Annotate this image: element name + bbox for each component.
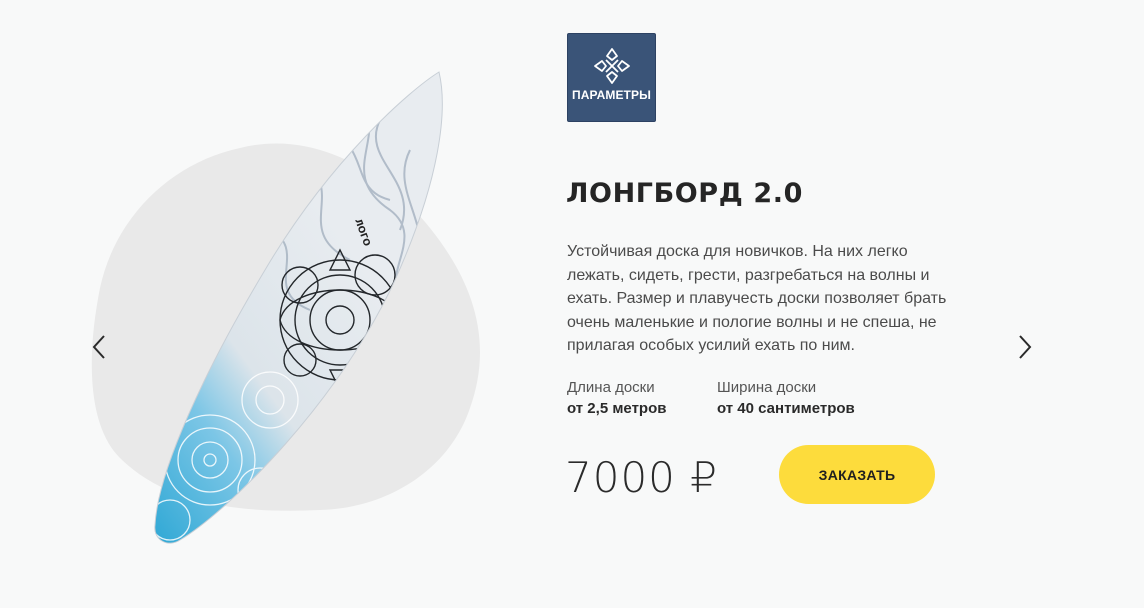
product-description: Устойчивая доска для новичков. На них ле… <box>567 243 947 354</box>
spec-width-label: Ширина доски <box>717 379 817 396</box>
spec-length: Длина доски от 2,5 метров <box>567 378 666 420</box>
spec-width: Ширина доски от 40 сантиметров <box>717 378 855 420</box>
carousel-next-button[interactable] <box>1010 330 1040 364</box>
surfboard-image: ЛОГО <box>154 71 443 544</box>
spec-width-value: от 40 сантиметров <box>717 400 855 417</box>
chevron-left-icon <box>92 335 105 359</box>
product-price: 7000 ₽ <box>565 453 718 502</box>
spec-length-label: Длина доски <box>567 379 655 396</box>
carousel-prev-button[interactable] <box>84 330 114 364</box>
product-title: ЛОНГБОРД 2.0 <box>566 178 803 209</box>
spec-length-value: от 2,5 метров <box>567 400 667 417</box>
parameters-badge[interactable]: ПАРАМЕТРЫ <box>567 33 656 122</box>
chevron-right-icon <box>1019 335 1032 359</box>
order-button[interactable]: ЗАКАЗАТЬ <box>779 445 935 504</box>
parameters-label: ПАРАМЕТРЫ <box>572 88 651 102</box>
compass-ornament-icon <box>593 48 630 84</box>
